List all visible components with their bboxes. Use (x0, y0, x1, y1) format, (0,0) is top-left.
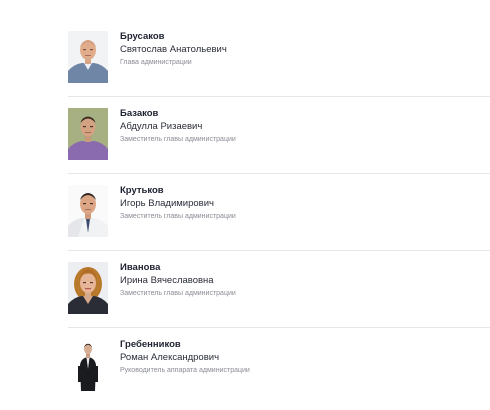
person-given-names: Абдулла Ризаевич (120, 121, 203, 132)
person-photo[interactable] (68, 108, 108, 160)
person-given-names: Игорь Владимирович (120, 198, 214, 209)
staff-card[interactable]: Крутьков Игорь Владимирович Заместитель … (0, 176, 490, 253)
person-photo[interactable] (68, 262, 108, 314)
divider (68, 250, 490, 251)
staff-list: Брусаков Святослав Анатольевич Глава адм… (0, 22, 490, 407)
person-photo[interactable] (68, 31, 108, 83)
person-surname[interactable]: Гребенников (120, 339, 250, 351)
person-surname[interactable]: Иванова (120, 262, 236, 274)
person-surname[interactable]: Крутьков (120, 185, 236, 197)
staff-card[interactable]: Брусаков Святослав Анатольевич Глава адм… (0, 22, 490, 99)
person-position: Руководитель аппарата администрации (120, 367, 250, 374)
divider (68, 96, 490, 97)
person-position: Заместитель главы администрации (120, 213, 236, 220)
person-position: Глава администрации (120, 59, 192, 66)
person-surname[interactable]: Базаков (120, 108, 236, 120)
divider (68, 327, 490, 328)
person-surname[interactable]: Брусаков (120, 31, 227, 43)
staff-card[interactable]: Иванова Ирина Вячеславовна Заместитель г… (0, 253, 490, 330)
staff-card[interactable]: Гребенников Роман Александрович Руководи… (0, 330, 490, 407)
person-given-names: Роман Александрович (120, 352, 220, 363)
person-position: Заместитель главы администрации (120, 136, 236, 143)
cropped-text-line (80, 0, 400, 4)
person-position: Заместитель главы администрации (120, 290, 236, 297)
person-given-names: Святослав Анатольевич (120, 44, 227, 55)
person-photo[interactable] (68, 185, 108, 237)
staff-card[interactable]: Базаков Абдулла Ризаевич Заместитель гла… (0, 99, 490, 176)
administration-staff-page: Брусаков Святослав Анатольевич Глава адм… (0, 0, 490, 410)
divider (68, 173, 490, 174)
person-photo[interactable] (68, 339, 108, 391)
person-given-names: Ирина Вячеславовна (120, 275, 214, 286)
